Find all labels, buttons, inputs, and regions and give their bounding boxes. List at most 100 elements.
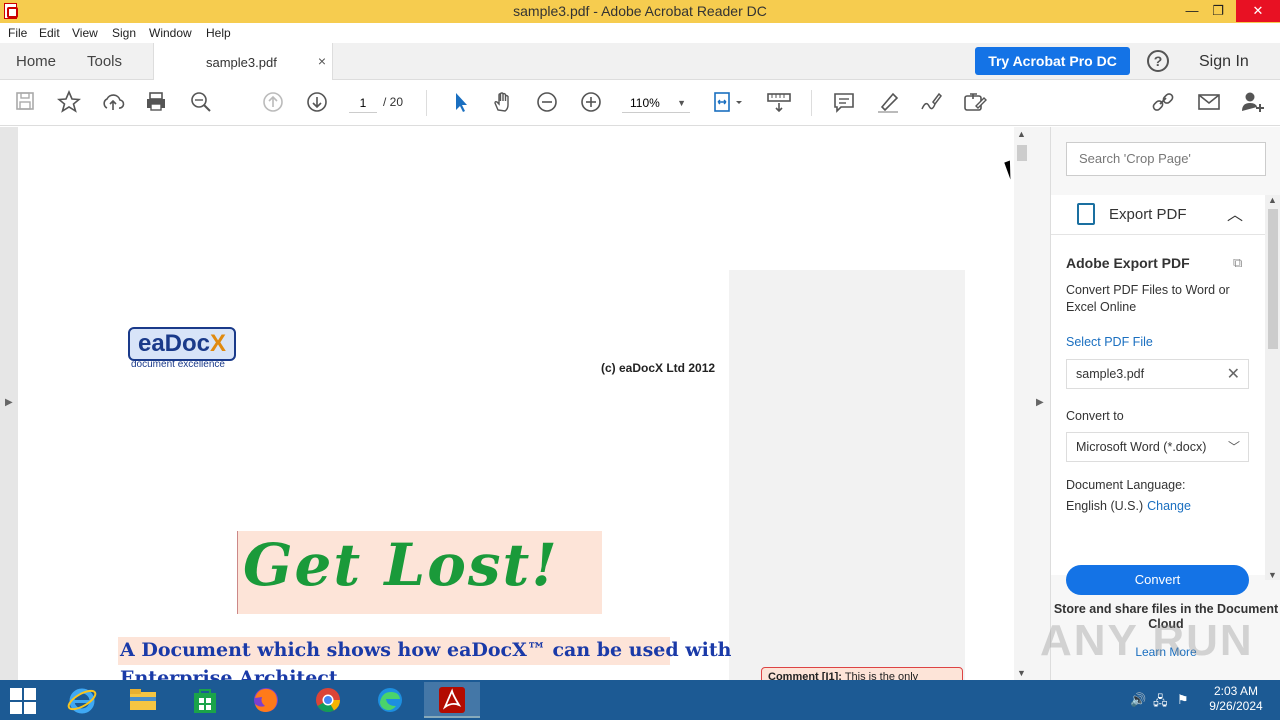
export-pdf-body: Adobe Export PDF ⧉ Convert PDF Files to … [1051,235,1265,595]
flag-icon[interactable]: ⚑ [1177,692,1189,708]
edge-icon[interactable] [362,682,418,718]
logo-tagline: document excellence [131,359,225,370]
selected-file-field[interactable]: sample3.pdf ✕ [1066,359,1249,389]
document-language-value: English (U.S.) [1066,499,1144,513]
convert-button[interactable]: Convert [1066,565,1249,595]
page-up-icon[interactable] [260,90,286,116]
taskbar: 🔊 🖧 ⚑ 2:03 AM 9/26/2024 [0,680,1280,720]
menu-sign[interactable]: Sign [112,26,136,40]
page-down-icon[interactable] [304,90,330,116]
toolbar-separator [426,90,427,116]
document-headline: Get Lost! [243,531,559,599]
sign-icon[interactable] [918,90,944,116]
star-icon[interactable] [56,89,82,116]
tab-document-label: sample3.pdf [206,55,277,70]
panel-scrollbar-thumb[interactable] [1268,209,1278,349]
internet-explorer-icon[interactable] [54,682,110,718]
comment-margin [729,270,965,680]
highlight-icon[interactable] [875,90,901,116]
right-panel-toggle-icon[interactable]: ▶ [1036,397,1044,408]
zoom-level-select[interactable]: 110% ▼ [622,93,690,113]
scroll-up-icon[interactable]: ▲ [1268,195,1277,205]
zoom-search-icon[interactable] [188,90,214,116]
help-icon[interactable]: ? [1147,50,1169,72]
menu-bar: File Edit View Sign Window Help [0,23,1280,43]
scroll-mode-icon[interactable] [766,90,792,116]
scrollbar-thumb[interactable] [1017,145,1027,161]
mail-icon[interactable] [1196,90,1222,116]
chevron-up-icon[interactable]: ︿ [1227,201,1243,225]
link-icon[interactable] [1150,90,1176,116]
convert-to-label: Convert to [1066,409,1124,423]
comment-bubble[interactable]: Comment [I1]: This is the only [761,667,963,680]
print-icon[interactable] [143,90,169,116]
left-panel-toggle-icon[interactable]: ▶ [5,397,13,408]
system-clock[interactable]: 2:03 AM 9/26/2024 [1200,684,1272,714]
comment-label: Comment [I1]: [768,671,842,680]
try-acrobat-pro-button[interactable]: Try Acrobat Pro DC [975,47,1130,75]
scroll-down-icon[interactable]: ▼ [1017,668,1026,678]
change-language-link[interactable]: Change [1147,499,1191,513]
sign-in-link[interactable]: Sign In [1199,53,1249,71]
tab-tools[interactable]: Tools [87,53,122,70]
chevron-down-icon: ﹀ [1227,440,1240,454]
logo-text: eaDoc [137,330,211,357]
hand-icon[interactable] [490,90,516,116]
menu-edit[interactable]: Edit [39,26,60,40]
firefox-icon[interactable] [238,682,294,718]
title-bar: sample3.pdf - Adobe Acrobat Reader DC — … [0,0,1280,23]
tab-home[interactable]: Home [16,53,56,70]
close-button[interactable]: ✕ [1236,0,1280,22]
fit-page-icon[interactable] [710,90,746,116]
zoom-level-value: 110% [630,96,660,110]
document-subtitle-line2: Enterprise Architect [120,667,338,680]
clock-date: 9/26/2024 [1209,699,1263,713]
comment-icon[interactable] [831,90,857,116]
menu-view[interactable]: View [72,26,98,40]
scroll-up-icon[interactable]: ▲ [1017,129,1026,139]
edit-icon[interactable] [962,90,988,116]
eadocx-logo: eaDocX [128,327,236,361]
upload-icon[interactable] [100,90,126,116]
export-pdf-icon [1077,203,1095,225]
network-icon[interactable]: 🖧 [1153,692,1168,714]
select-cursor-icon[interactable] [447,90,473,116]
tab-document[interactable]: sample3.pdf × [153,43,333,81]
copy-icon[interactable]: ⧉ [1233,255,1242,271]
acrobat-icon[interactable] [424,682,480,718]
export-pdf-title: Export PDF [1109,206,1187,223]
save-icon[interactable] [12,90,38,116]
start-button[interactable] [10,688,36,714]
clear-file-icon[interactable]: ✕ [1227,364,1240,384]
panel-description: Convert PDF Files to Word or Excel Onlin… [1066,283,1230,314]
zoom-in-icon[interactable] [578,90,604,116]
selected-file-name: sample3.pdf [1076,367,1145,381]
store-icon[interactable] [177,682,233,718]
convert-format-select[interactable]: Microsoft Word (*.docx) ﹀ [1066,432,1249,462]
panel-scrollbar[interactable]: ▲ ▼ [1265,195,1280,580]
zoom-out-icon[interactable] [534,90,560,116]
anyrun-watermark: ANY RUN [1040,616,1254,665]
chevron-down-icon: ▼ [677,98,686,108]
file-explorer-icon[interactable] [115,682,171,718]
add-user-icon[interactable] [1240,90,1266,116]
speaker-icon[interactable]: 🔊 [1130,692,1146,708]
export-pdf-header[interactable]: Export PDF ︿ [1051,195,1265,235]
right-panel-splitter[interactable]: ▶ [1030,127,1050,680]
page-number-input[interactable]: 1 [349,93,377,113]
tab-close-icon[interactable]: × [318,53,326,69]
document-scrollbar[interactable]: ▲ ▼ [1014,127,1030,680]
select-pdf-file-link[interactable]: Select PDF File [1066,335,1153,349]
document-viewport[interactable]: ▶ eaDocX document excellence (c) eaDocX … [0,127,1030,680]
clock-time: 2:03 AM [1213,684,1259,698]
menu-window[interactable]: Window [149,26,192,40]
toolbar: 1 / 20 110% ▼ [0,80,1280,126]
tools-search-input[interactable]: Search 'Crop Page' [1066,142,1266,176]
restore-button[interactable]: ❐ [1202,0,1234,22]
scroll-down-icon[interactable]: ▼ [1268,570,1277,580]
logo-x: X [210,330,227,357]
menu-help[interactable]: Help [206,26,231,40]
document-language-label: Document Language: [1066,478,1186,492]
menu-file[interactable]: File [8,26,27,40]
chrome-icon[interactable] [300,682,356,718]
